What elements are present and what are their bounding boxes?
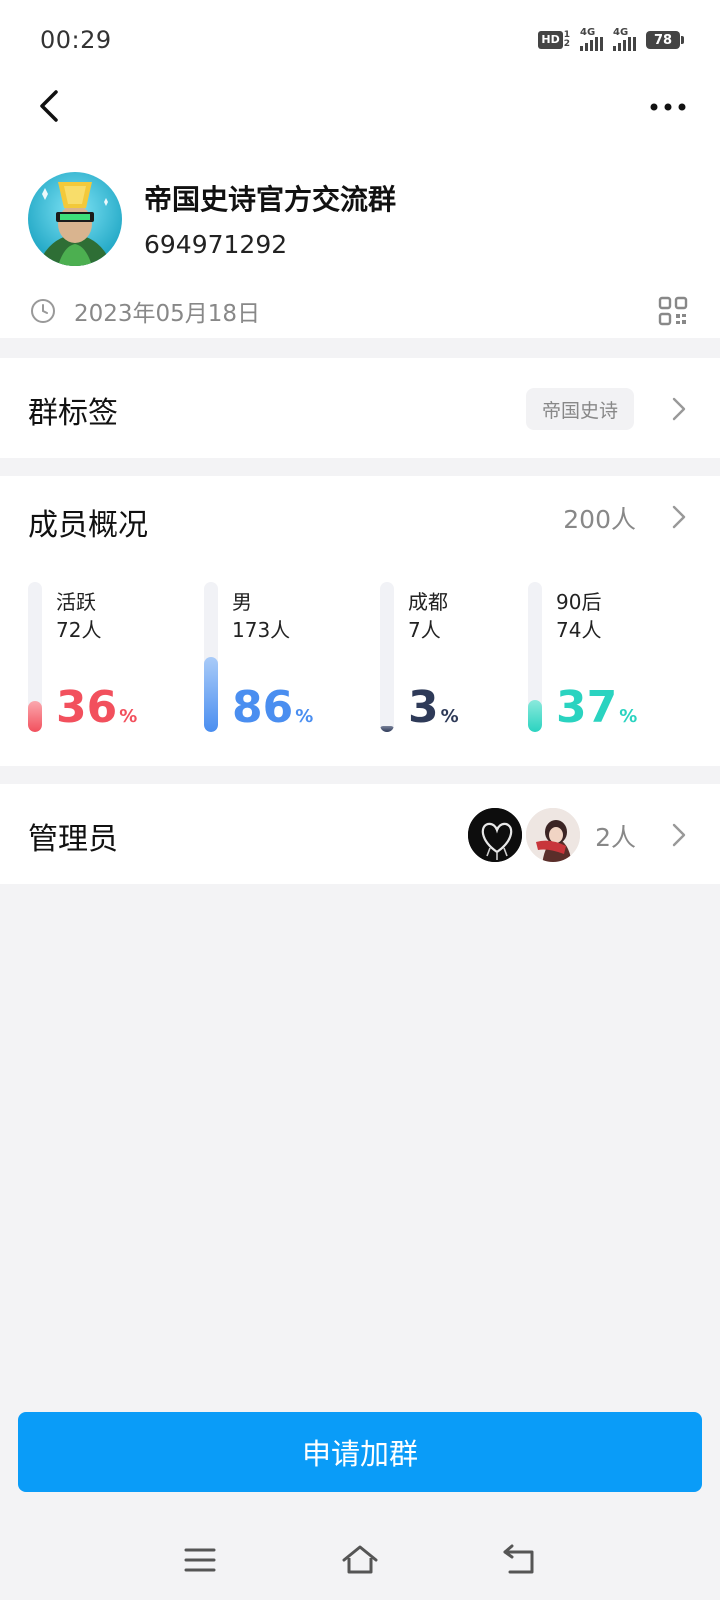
stat-bar-fill: [380, 726, 394, 732]
group-id: 694971292: [144, 230, 288, 259]
stat-percent-unit: %: [119, 706, 138, 727]
stat-percent: 36%: [56, 682, 137, 743]
stat-percent-unit: %: [295, 706, 314, 727]
stat-bar: [28, 582, 42, 732]
home-icon: [342, 1545, 378, 1574]
stat-bar: [380, 582, 394, 732]
clock-icon: [31, 299, 55, 323]
signal-icon-2: 4G: [613, 27, 636, 51]
back-button[interactable]: [30, 84, 74, 128]
created-date: 2023年05月18日: [74, 301, 261, 327]
back-icon: [503, 1544, 534, 1574]
stat-percent-value: 3: [408, 682, 439, 733]
stat-percent: 37%: [556, 682, 637, 743]
stat-label: 活跃: [56, 590, 96, 614]
stat-percent-unit: %: [440, 706, 459, 727]
created-date-row: 2023年05月18日: [30, 296, 261, 327]
stat-count: 74人: [556, 618, 602, 642]
stat-percent-value: 37: [556, 682, 618, 733]
group-tags-title: 群标签: [28, 396, 118, 431]
stat-percent-value: 36: [56, 682, 118, 733]
system-nav-bar: [0, 1520, 720, 1600]
stat-region: 成都 7人 3%: [380, 582, 550, 733]
join-group-button[interactable]: 申请加群: [18, 1412, 702, 1492]
group-name: 帝国史诗官方交流群: [144, 183, 397, 216]
menu-button[interactable]: [180, 1542, 220, 1578]
member-overview-title: 成员概况: [28, 508, 148, 543]
stat-male: 男 173人 86%: [204, 582, 374, 733]
group-avatar-image: [28, 172, 122, 266]
admin-count: 2人: [595, 823, 636, 852]
stat-bar-fill: [528, 700, 542, 732]
hd-icon: HD 1 2: [538, 31, 570, 49]
stat-bar: [204, 582, 218, 732]
admin-title: 管理员: [28, 822, 118, 857]
member-total[interactable]: 200人: [563, 500, 636, 536]
chevron-right-icon[interactable]: [670, 504, 688, 530]
chevron-right-icon: [672, 823, 686, 847]
admin-row[interactable]: 管理员 2人: [0, 784, 720, 884]
stat-count: 72人: [56, 618, 102, 642]
group-tags-row[interactable]: 群标签 帝国史诗: [0, 358, 720, 458]
stat-active: 活跃 72人 36%: [28, 582, 198, 733]
group-avatar[interactable]: [28, 172, 122, 266]
admin-avatar-2: [524, 806, 582, 864]
more-button[interactable]: [646, 92, 690, 122]
stat-label: 男: [232, 590, 252, 614]
qr-code-button[interactable]: [658, 296, 688, 326]
admin-avatar-1: [466, 806, 524, 864]
stat-bar-fill: [204, 657, 218, 732]
menu-icon: [184, 1548, 216, 1572]
stat-bar: [528, 582, 542, 732]
status-icons: HD 1 2 4G 4G 78: [538, 27, 684, 52]
stat-count: 173人: [232, 618, 291, 642]
stat-label: 成都: [408, 590, 448, 614]
group-tag-chip: 帝国史诗: [525, 388, 634, 430]
member-overview-card: 成员概况 200人 活跃 72人 36% 男 173人 86% 成都 7人 3%…: [0, 476, 720, 766]
battery-icon: 78: [646, 31, 684, 49]
stat-percent-unit: %: [619, 706, 638, 727]
home-button[interactable]: [340, 1542, 380, 1578]
back-nav-button[interactable]: [500, 1542, 540, 1578]
chevron-left-icon: [40, 90, 58, 122]
qr-code-icon: [658, 296, 688, 326]
stat-percent-value: 86: [232, 682, 294, 733]
chevron-right-icon: [672, 397, 686, 421]
stat-label: 90后: [556, 590, 602, 614]
stat-count: 7人: [408, 618, 441, 642]
stat-bar-fill: [28, 701, 42, 732]
stat-percent: 86%: [232, 682, 313, 743]
status-bar: 00:29 HD 1 2 4G 4G 78: [0, 0, 720, 80]
more-horizontal-icon: [650, 103, 686, 111]
stat-age: 90后 74人 37%: [528, 582, 698, 733]
status-time: 00:29: [40, 26, 112, 54]
signal-icon: 4G: [580, 27, 603, 51]
stat-percent: 3%: [408, 682, 459, 743]
